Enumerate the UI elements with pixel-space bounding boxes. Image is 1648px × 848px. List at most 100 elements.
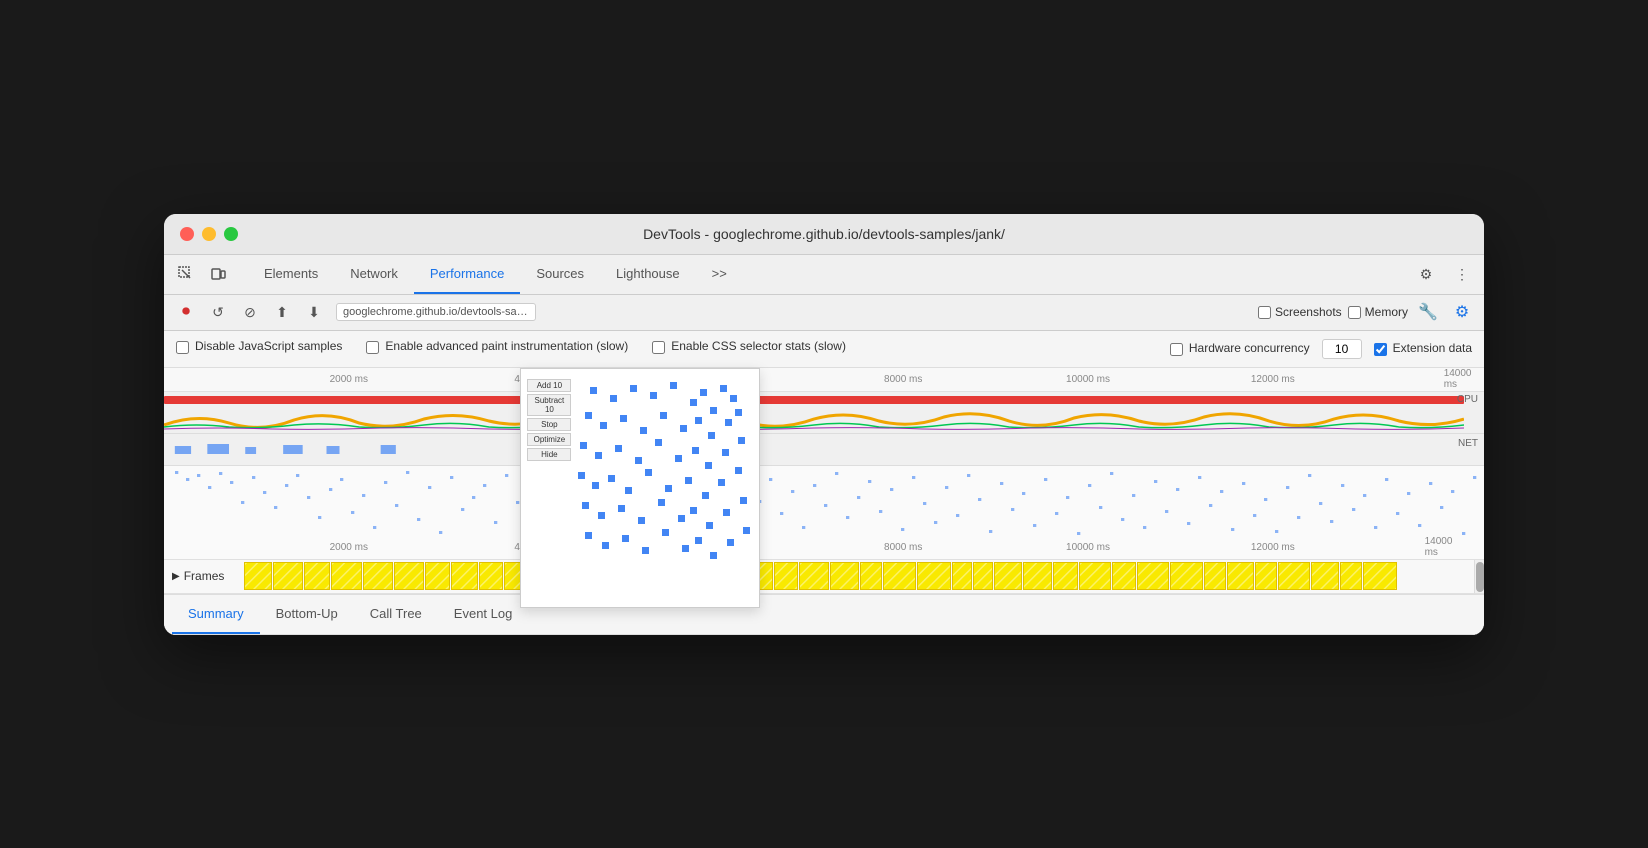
ruler-2000: 2000 ms	[330, 374, 368, 385]
cpu-red-bar	[164, 396, 1464, 404]
frame-block	[1363, 562, 1397, 590]
inspect-icon[interactable]	[172, 260, 200, 288]
main-ruler-14000: 14000 ms	[1425, 536, 1465, 558]
frame-block	[304, 562, 330, 590]
perf-toolbar: ⏺ ↺ ⊘ ⬆ ⬇ googlechrome.github.io/devtool…	[164, 295, 1484, 331]
maximize-button[interactable]	[224, 227, 238, 241]
clear-button[interactable]: ⊘	[236, 298, 264, 326]
tab-network[interactable]: Network	[334, 254, 414, 294]
frame-block	[244, 562, 272, 590]
devtools-body: Elements Network Performance Sources Sou…	[164, 255, 1484, 635]
frame-block	[394, 562, 424, 590]
hardware-concurrency-input[interactable]	[1322, 339, 1362, 359]
ruler-12000: 12000 ms	[1251, 374, 1295, 385]
reload-record-button[interactable]: ↺	[204, 298, 232, 326]
frame-block	[1079, 562, 1111, 590]
frame-block	[917, 562, 951, 590]
top-ruler: 2000 ms 4000 ms 8000 ms 10000 ms 12000 m…	[164, 368, 1484, 392]
cpu-label: CPU	[1457, 394, 1478, 405]
timeline-scrollbar[interactable]	[1474, 560, 1484, 593]
extension-data-checkbox[interactable]	[1374, 343, 1387, 356]
frame-block	[973, 562, 993, 590]
disable-js-samples-checkbox[interactable]	[176, 341, 189, 354]
ruler-8000: 8000 ms	[884, 374, 922, 385]
main-ruler-10000: 10000 ms	[1066, 542, 1110, 553]
window-title: DevTools - googlechrome.github.io/devtoo…	[643, 226, 1005, 242]
bottom-tabs: Summary Bottom-Up Call Tree Event Log	[164, 595, 1484, 635]
minimize-button[interactable]	[202, 227, 216, 241]
title-bar: DevTools - googlechrome.github.io/devtoo…	[164, 214, 1484, 255]
frames-content	[244, 562, 1484, 590]
tab-elements[interactable]: Elements	[248, 254, 334, 294]
frames-label: ▶ Frames	[164, 569, 244, 583]
main-ruler-12000: 12000 ms	[1251, 542, 1295, 553]
scrollbar-thumb[interactable]	[1476, 562, 1484, 592]
perf-settings-icon[interactable]: ⚙	[1448, 298, 1476, 326]
frame-block	[1053, 562, 1078, 590]
top-toolbar: Elements Network Performance Sources Sou…	[164, 255, 1484, 295]
css-selector-checkbox[interactable]	[652, 341, 665, 354]
cpu-row: CPU	[164, 392, 1484, 434]
frame-block	[451, 562, 478, 590]
screenshots-checkbox[interactable]	[1258, 306, 1271, 319]
frame-block	[1311, 562, 1340, 590]
frame-block	[1112, 562, 1137, 590]
frame-block	[1170, 562, 1203, 590]
frame-block	[479, 562, 503, 590]
frame-block	[994, 562, 1023, 590]
cpu-activity-area	[164, 405, 1464, 431]
device-toolbar-icon[interactable]	[204, 260, 232, 288]
record-button[interactable]: ⏺	[172, 298, 200, 326]
tab-sources-visible[interactable]: Sources	[520, 254, 600, 294]
frame-block	[830, 562, 859, 590]
tab-summary[interactable]: Summary	[172, 594, 260, 634]
ruler-10000: 10000 ms	[1066, 374, 1110, 385]
disable-js-samples-option[interactable]: Disable JavaScript samples	[176, 339, 342, 354]
main-ruler-8000: 8000 ms	[884, 542, 922, 553]
net-row: NET	[164, 434, 1484, 466]
popup-overlay: Add 10 Subtract 10 Stop Optimize Hide	[520, 368, 760, 608]
main-tab-bar: Elements Network Performance Sources Sou…	[248, 254, 1396, 294]
advanced-paint-option[interactable]: Enable advanced paint instrumentation (s…	[366, 339, 628, 354]
tab-performance[interactable]: Performance	[414, 254, 520, 294]
frame-block	[1278, 562, 1310, 590]
hardware-concurrency-option[interactable]: Hardware concurrency	[1170, 341, 1310, 356]
download-button[interactable]: ⬇	[300, 298, 328, 326]
options-row: Disable JavaScript samples Enable advanc…	[176, 339, 1472, 359]
frame-block	[1137, 562, 1169, 590]
hardware-concurrency-checkbox[interactable]	[1170, 343, 1183, 356]
css-selector-option[interactable]: Enable CSS selector stats (slow)	[652, 339, 846, 354]
tab-lighthouse[interactable]: Lighthouse	[600, 254, 696, 294]
frame-block	[425, 562, 450, 590]
frame-block	[1340, 562, 1362, 590]
perf-controls: ⏺ ↺ ⊘ ⬆ ⬇	[172, 298, 328, 326]
address-bar: googlechrome.github.io/devtools-samples/…	[336, 303, 536, 321]
extension-data-option[interactable]: Extension data	[1374, 341, 1472, 356]
screenshots-option[interactable]: Screenshots	[1258, 305, 1342, 319]
ruler-14000: 14000 ms	[1444, 368, 1472, 390]
memory-option[interactable]: Memory	[1348, 305, 1408, 319]
options-section: Disable JavaScript samples Enable advanc…	[164, 331, 1484, 368]
popup-content: Add 10 Subtract 10 Stop Optimize Hide	[521, 369, 759, 585]
more-options-icon[interactable]: ⋮	[1448, 260, 1476, 288]
tab-bottom-up[interactable]: Bottom-Up	[260, 594, 354, 634]
upload-button[interactable]: ⬆	[268, 298, 296, 326]
tab-more[interactable]: >>	[696, 254, 743, 294]
tab-event-log[interactable]: Event Log	[438, 594, 529, 634]
memory-icon[interactable]: 🔧	[1414, 298, 1442, 326]
timeline-area[interactable]: 2000 ms 4000 ms 8000 ms 10000 ms 12000 m…	[164, 368, 1484, 595]
frame-block	[774, 562, 798, 590]
frames-row: ▶ Frames	[164, 560, 1484, 594]
memory-checkbox[interactable]	[1348, 306, 1361, 319]
net-label: NET	[1458, 438, 1478, 449]
advanced-paint-checkbox[interactable]	[366, 341, 379, 354]
main-ruler: 2000 ms 4000 ms 6000 ms 8000 ms 10000 ms…	[164, 536, 1484, 560]
settings-icon[interactable]: ⚙	[1412, 260, 1440, 288]
tab-call-tree[interactable]: Call Tree	[354, 594, 438, 634]
frame-block	[860, 562, 882, 590]
scatter-area	[529, 377, 751, 577]
toolbar-icons	[172, 260, 232, 288]
frame-block	[883, 562, 916, 590]
close-button[interactable]	[180, 227, 194, 241]
frame-block	[1023, 562, 1051, 590]
